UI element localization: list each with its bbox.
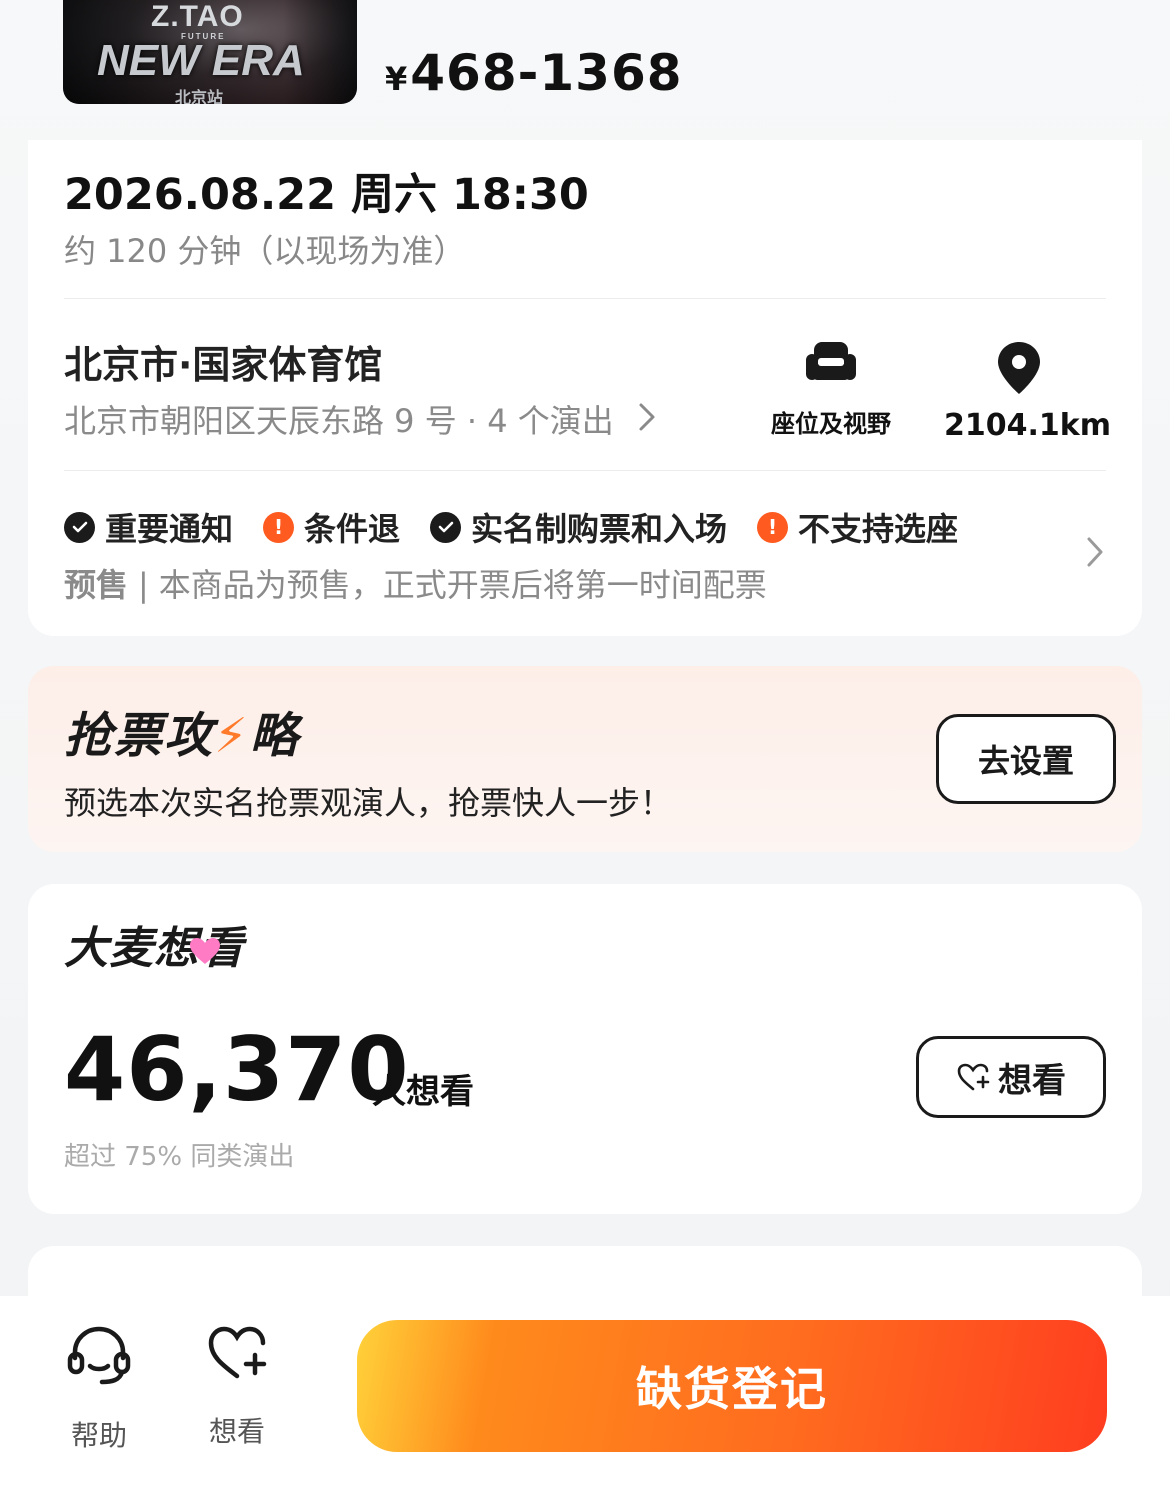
poster-title: NEW ERA [97,36,305,85]
service-tags[interactable]: 重要通知 ! 条件退 实名制购票和入场 ! 不支持选座 [64,504,988,550]
tag-real-name: 实名制购票和入场 [430,504,727,550]
strategy-title: 抢票攻⚡略 [64,696,300,766]
strategy-title-part: 略 [249,708,300,764]
want-to-see-card: 大麦想看 46,370 人想看 超过 75% 同类演出 想看 [28,884,1142,1214]
header-area: Z.TAO FUTURE NEW ERA 北京站 ¥468-1368 [0,0,1170,150]
heart-icon [188,936,222,970]
ticket-strategy-card: 抢票攻⚡略 预选本次实名抢票观演人，抢票快人一步！ 去设置 [28,666,1142,852]
want-unit: 人想看 [372,1072,474,1112]
stockout-register-button[interactable]: 缺货登记 [357,1320,1107,1452]
bottom-action-bar: 帮助 想看 缺货登记 [0,1296,1170,1491]
poster-artist: Z.TAO [151,0,244,33]
help-button[interactable]: 帮助 [54,1324,144,1454]
exclamation-circle-icon: ! [263,511,295,543]
tag-label: 条件退 [304,510,401,548]
tag-label: 重要通知 [105,510,234,548]
page: Z.TAO FUTURE NEW ERA 北京站 ¥468-1368 2026.… [0,0,1170,1491]
want-bottom-button[interactable]: 想看 [192,1324,282,1450]
venue-map-button[interactable]: 2104.1km [944,340,1111,443]
price-range: ¥468-1368 [385,44,683,102]
venue-name[interactable]: 北京市·国家体育馆 [64,334,382,389]
tag-no-seat-selection: ! 不支持选座 [757,504,958,550]
tag-conditional-refund: ! 条件退 [263,504,400,550]
want-percentile: 超过 75% 同类演出 [64,1142,295,1172]
help-label: 帮助 [70,1419,127,1452]
divider [64,298,1106,299]
heart-plus-icon [957,1063,990,1091]
chevron-right-icon[interactable] [1086,536,1104,572]
check-circle-icon [64,511,95,543]
strategy-title-part: 抢票 [64,708,165,764]
lightning-icon: ⚡ [214,708,250,764]
headset-icon [54,1324,144,1392]
strategy-title-part: 攻 [164,708,215,764]
session-duration: 约 120 分钟（以现场为准） [64,232,466,270]
event-info-card: 2026.08.22 周六 18:30 约 120 分钟（以现场为准） 北京市·… [28,140,1142,636]
want-button-label: 想看 [998,1060,1066,1101]
location-pin-icon [944,340,1094,400]
want-to-see-button[interactable]: 想看 [916,1036,1106,1118]
venue-distance: 2104.1km [944,408,1111,443]
seat-view-button[interactable]: 座位及视野 [766,340,896,439]
want-bottom-label: 想看 [208,1415,265,1448]
price-value: 468-1368 [410,44,683,102]
heart-plus-icon [192,1324,282,1388]
exclamation-circle-icon: ! [757,511,789,543]
divider [64,470,1106,471]
go-settings-button[interactable]: 去设置 [936,714,1116,804]
poster-city: 北京站 [175,88,224,104]
tag-important-notice: 重要通知 [64,504,233,550]
strategy-description: 预选本次实名抢票观演人，抢票快人一步！ [64,784,673,822]
presale-tag: 预售 [64,566,129,604]
chevron-right-icon [638,402,656,440]
want-count: 46,370 [64,1018,410,1121]
session-datetime[interactable]: 2026.08.22 周六 18:30 [64,160,589,222]
currency-symbol: ¥ [385,60,409,98]
tag-label: 不支持选座 [798,510,959,548]
presale-notice: 预售 | 本商品为预售，正式开票后将第一时间配票 [64,566,767,604]
seat-view-label: 座位及视野 [771,410,891,438]
event-poster[interactable]: Z.TAO FUTURE NEW ERA 北京站 [63,0,357,104]
venue-address: 北京市朝阳区天辰东路 9 号 · 4 个演出 [64,402,614,440]
check-circle-icon [430,511,462,543]
presale-text: 本商品为预售，正式开票后将第一时间配票 [158,566,767,604]
venue-address-link[interactable]: 北京市朝阳区天辰东路 9 号 · 4 个演出 [64,396,656,442]
tag-label: 实名制购票和入场 [471,510,728,548]
armchair-icon [766,340,896,390]
